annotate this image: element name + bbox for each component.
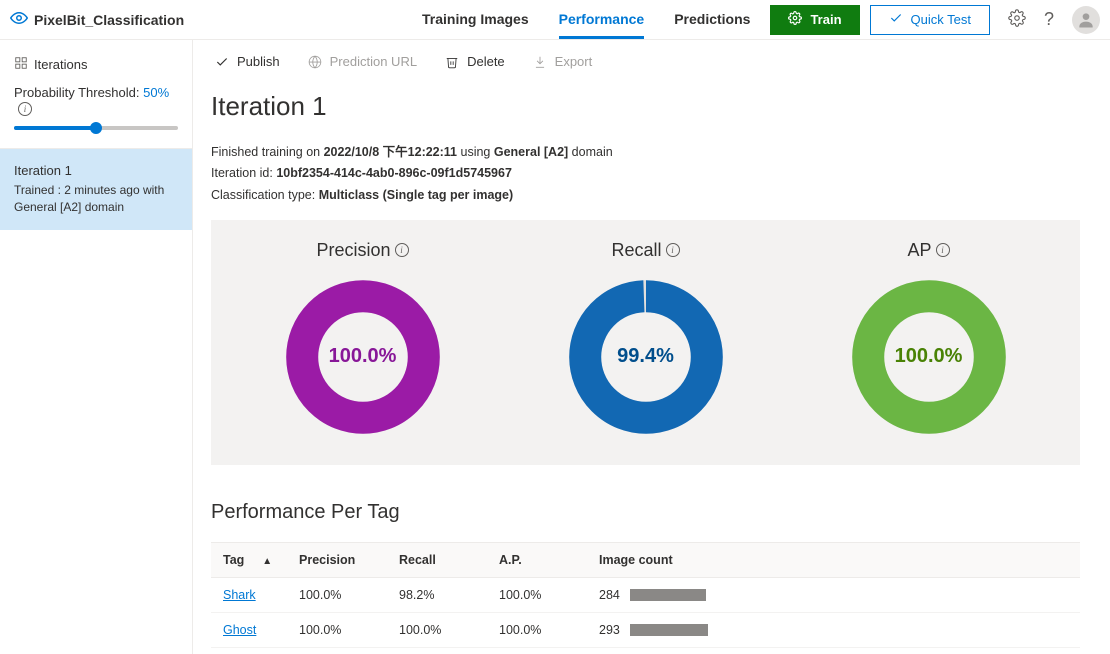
train-button[interactable]: Train bbox=[770, 5, 859, 35]
performance-per-tag-title: Performance Per Tag bbox=[211, 501, 1080, 524]
col-tag[interactable]: Tag▲ bbox=[211, 542, 291, 577]
info-icon[interactable]: i bbox=[666, 243, 680, 257]
tag-link[interactable]: Shark bbox=[223, 588, 256, 602]
cell-ap: 100.0% bbox=[491, 577, 591, 612]
delete-label: Delete bbox=[467, 54, 505, 69]
iteration-title: Iteration 1 bbox=[211, 91, 1080, 122]
iteration-card-title: Iteration 1 bbox=[14, 163, 178, 178]
cell-ap: 100.0% bbox=[491, 612, 591, 647]
ap-value: 100.0% bbox=[849, 277, 1009, 437]
recall-donut: 99.4% bbox=[566, 277, 726, 437]
tag-link[interactable]: Ghost bbox=[223, 623, 256, 637]
recall-label: Recall bbox=[611, 240, 661, 261]
iterations-header: Iterations bbox=[0, 52, 192, 79]
project-name: PixelBit_Classification bbox=[34, 12, 184, 28]
precision-label: Precision bbox=[316, 240, 390, 261]
app-title: PixelBit_Classification bbox=[10, 9, 184, 30]
precision-donut: 100.0% bbox=[283, 277, 443, 437]
col-recall[interactable]: Recall bbox=[391, 542, 491, 577]
cell-ap: 100.0% bbox=[491, 647, 591, 654]
cell-precision: 100.0% bbox=[291, 612, 391, 647]
table-row: Ghost100.0%100.0%100.0%293 bbox=[211, 612, 1080, 647]
gear-icon bbox=[788, 11, 802, 28]
threshold-value: 50% bbox=[143, 85, 169, 100]
train-button-label: Train bbox=[810, 12, 841, 27]
cell-recall: 98.2% bbox=[391, 577, 491, 612]
ap-donut: 100.0% bbox=[849, 277, 1009, 437]
threshold-label: Probability Threshold: bbox=[14, 85, 140, 100]
recall-value: 99.4% bbox=[566, 277, 726, 437]
cell-count: 284 bbox=[599, 588, 620, 602]
publish-label: Publish bbox=[237, 54, 280, 69]
metrics-panel: Precisioni 100.0% Recalli 99.4% bbox=[211, 220, 1080, 465]
sort-caret-icon: ▲ bbox=[262, 556, 272, 567]
iterations-icon bbox=[14, 56, 28, 73]
tab-predictions[interactable]: Predictions bbox=[674, 1, 750, 39]
cell-precision: 100.0% bbox=[291, 577, 391, 612]
cell-precision: 100.0% bbox=[291, 647, 391, 654]
avatar[interactable] bbox=[1072, 6, 1100, 34]
iteration-meta: Finished training on 2022/10/8 下午12:22:1… bbox=[211, 142, 1080, 206]
cell-recall: 100.0% bbox=[391, 612, 491, 647]
tab-training-images[interactable]: Training Images bbox=[422, 1, 529, 39]
count-bar bbox=[630, 624, 708, 636]
table-row: Shark 100.0%98.2%100.0% 284 bbox=[211, 577, 1080, 612]
tab-performance[interactable]: Performance bbox=[559, 1, 645, 39]
count-bar bbox=[630, 589, 706, 601]
prediction-url-action: Prediction URL bbox=[308, 54, 417, 69]
project-icon bbox=[10, 9, 28, 30]
info-icon[interactable]: i bbox=[395, 243, 409, 257]
help-icon[interactable]: ? bbox=[1044, 9, 1054, 30]
threshold-slider[interactable] bbox=[14, 120, 178, 134]
precision-value: 100.0% bbox=[283, 277, 443, 437]
iteration-card[interactable]: Iteration 1 Trained : 2 minutes ago with… bbox=[0, 148, 192, 230]
export-label: Export bbox=[555, 54, 593, 69]
settings-icon[interactable] bbox=[1008, 9, 1026, 30]
info-icon[interactable]: i bbox=[936, 243, 950, 257]
iteration-card-meta: Trained : 2 minutes ago with General [A2… bbox=[14, 182, 178, 216]
col-ap[interactable]: A.P. bbox=[491, 542, 591, 577]
quick-test-label: Quick Test bbox=[911, 12, 971, 27]
publish-action[interactable]: Publish bbox=[215, 54, 280, 69]
quick-test-button[interactable]: Quick Test bbox=[870, 5, 990, 35]
col-image-count[interactable]: Image count bbox=[591, 542, 1080, 577]
ap-label: AP bbox=[907, 240, 931, 261]
table-row: Dinosaur100.0%100.0%100.0%286 bbox=[211, 647, 1080, 654]
info-icon[interactable]: i bbox=[18, 102, 32, 116]
threshold-label-row: Probability Threshold: 50% i bbox=[0, 79, 192, 116]
cell-recall: 100.0% bbox=[391, 647, 491, 654]
cell-count: 293 bbox=[599, 623, 620, 637]
export-action: Export bbox=[533, 54, 593, 69]
iterations-label: Iterations bbox=[34, 57, 87, 72]
col-precision[interactable]: Precision bbox=[291, 542, 391, 577]
prediction-url-label: Prediction URL bbox=[330, 54, 417, 69]
delete-action[interactable]: Delete bbox=[445, 54, 505, 69]
check-icon bbox=[889, 11, 903, 28]
performance-table: Tag▲ Precision Recall A.P. Image count S… bbox=[211, 542, 1080, 654]
